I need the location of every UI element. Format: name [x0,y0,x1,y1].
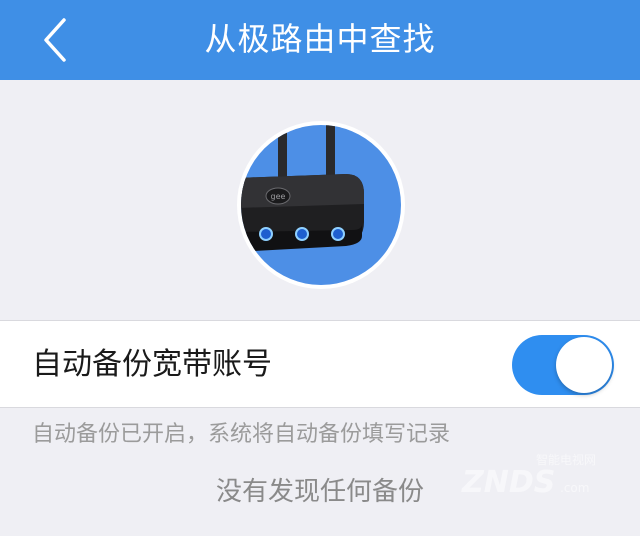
top-bar: 从极路由中查找 [0,0,640,80]
router-image: gee [236,120,406,290]
router-logo-text: gee [271,192,286,201]
backup-note: 自动备份已开启，系统将自动备份填写记录 [32,422,451,447]
znds-watermark: 智能电视网 ZNDS .com [432,446,632,506]
auto-backup-toggle[interactable] [512,335,614,395]
auto-backup-label: 自动备份宽带账号 [32,347,272,382]
watermark-suffix: .com [560,481,589,495]
watermark-brand: ZNDS [461,465,555,500]
auto-backup-row: 自动备份宽带账号 [0,320,640,408]
page-title: 从极路由中查找 [204,20,436,58]
toggle-knob [556,337,612,393]
